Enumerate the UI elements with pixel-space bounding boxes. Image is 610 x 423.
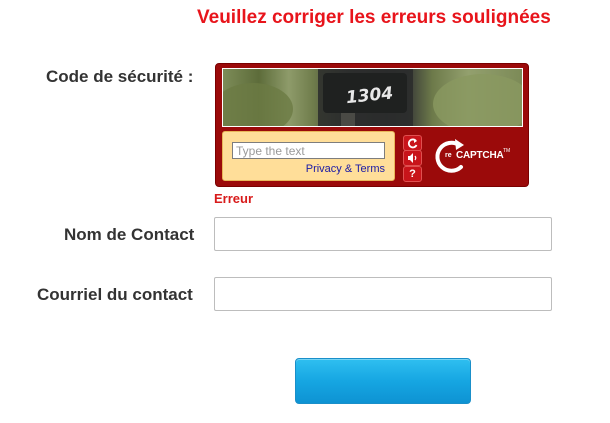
contact-email-input[interactable]	[214, 277, 552, 311]
recaptcha-logo-tm: TM	[503, 148, 511, 154]
contact-email-label: Courriel du contact	[37, 285, 193, 304]
recaptcha-logo-prefix: re	[445, 152, 452, 159]
submit-button[interactable]	[295, 358, 471, 404]
recaptcha-widget: 1304 Privacy & Terms ?	[215, 63, 529, 187]
captcha-entry-panel: Privacy & Terms	[222, 131, 395, 181]
contact-form-page: Veuillez corriger les erreurs soulignées…	[0, 0, 610, 423]
captcha-error-text: Erreur	[214, 191, 254, 206]
recaptcha-logo: re CAPTCHA TM	[431, 136, 521, 178]
captcha-response-input[interactable]	[232, 142, 385, 159]
reload-icon[interactable]	[403, 135, 422, 151]
form-error-banner: Veuillez corriger les erreurs soulignées	[197, 7, 551, 28]
privacy-terms-link[interactable]: Privacy & Terms	[306, 163, 385, 175]
recaptcha-logo-text: CAPTCHA	[456, 150, 504, 161]
help-icon[interactable]: ?	[403, 166, 422, 182]
contact-name-input[interactable]	[214, 217, 552, 251]
help-glyph: ?	[409, 168, 416, 180]
captcha-challenge-image: 1304	[222, 68, 523, 127]
contact-name-label: Nom de Contact	[64, 225, 195, 244]
security-code-label: Code de sécurité :	[46, 67, 194, 86]
audio-icon[interactable]	[403, 150, 422, 166]
